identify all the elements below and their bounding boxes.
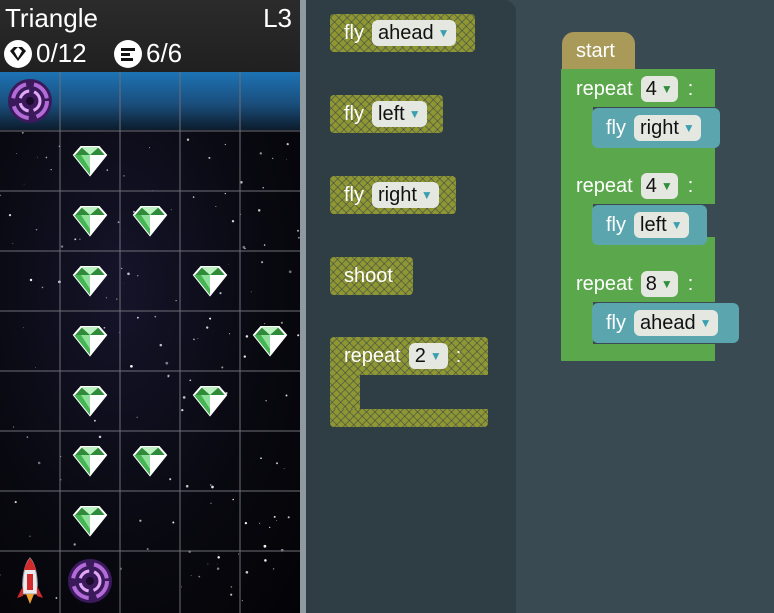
toolbox-fly-left-block[interactable]: fly left ▼ xyxy=(330,95,443,133)
repeat-arm xyxy=(330,375,360,409)
dropdown-arrow-icon: ▼ xyxy=(420,188,433,202)
level-number: L3 xyxy=(263,3,292,33)
dropdown-arrow-icon: ▼ xyxy=(660,82,673,96)
dropdown-arrow-icon: ▼ xyxy=(670,218,683,232)
colon-label: : xyxy=(455,344,462,367)
repeat-label: repeat xyxy=(344,344,401,367)
repeat-count-dropdown[interactable]: 4 ▼ xyxy=(640,173,678,199)
repeat-count-dropdown[interactable]: 4 ▼ xyxy=(640,76,678,102)
gem xyxy=(60,251,120,311)
game-header: Triangle L3 0/12 6/6 xyxy=(0,0,300,72)
repeat-count-dropdown[interactable]: 8 ▼ xyxy=(640,271,678,297)
direction-dropdown[interactable]: ahead ▼ xyxy=(372,20,456,46)
shoot-label: shoot xyxy=(344,264,393,287)
dropdown-value: ahead xyxy=(378,21,434,44)
fly-label: fly xyxy=(344,102,364,125)
block-count: 6/6 xyxy=(146,38,183,68)
dropdown-value: 2 xyxy=(414,344,426,367)
dropdown-value: left xyxy=(378,102,405,125)
game-board xyxy=(0,72,300,613)
direction-dropdown[interactable]: left ▼ xyxy=(372,101,427,127)
direction-dropdown[interactable]: right ▼ xyxy=(372,182,439,208)
fly-label: fly xyxy=(344,21,364,44)
gem xyxy=(180,251,240,311)
dropdown-arrow-icon: ▼ xyxy=(660,277,673,291)
start-label: start xyxy=(576,39,615,62)
dropdown-value: right xyxy=(640,116,679,139)
start-block[interactable]: start xyxy=(562,32,635,70)
repeat-label: repeat xyxy=(576,272,633,295)
portal xyxy=(0,71,60,131)
gem xyxy=(60,191,120,251)
dropdown-arrow-icon: ▼ xyxy=(437,26,450,40)
toolbox-fly-right-block[interactable]: fly right ▼ xyxy=(330,176,456,214)
loop-1-header[interactable]: repeat 4 ▼ : xyxy=(576,76,693,102)
portal xyxy=(60,551,120,611)
game-panel: Triangle L3 0/12 6/6 xyxy=(0,0,300,613)
code-icon xyxy=(114,39,142,68)
block-counter: 6/6 xyxy=(114,38,182,69)
dropdown-arrow-icon: ▼ xyxy=(408,107,421,121)
repeat-label: repeat xyxy=(576,77,633,100)
gem xyxy=(240,311,300,371)
gem xyxy=(60,431,120,491)
fly-label: fly xyxy=(344,183,364,206)
repeat-count-dropdown[interactable]: 2 ▼ xyxy=(408,343,448,369)
workspace[interactable]: start repeat 4 ▼ : fly right ▼ repeat 4 ▼ :… xyxy=(516,0,774,613)
toolbox: fly ahead ▼ fly left ▼ fly right ▼ shoot re… xyxy=(306,0,516,613)
direction-dropdown[interactable]: left ▼ xyxy=(634,212,689,238)
loop-3-header[interactable]: repeat 8 ▼ : xyxy=(576,271,693,297)
repeat-footer xyxy=(330,409,488,427)
direction-dropdown[interactable]: right ▼ xyxy=(634,115,701,141)
fly-label: fly xyxy=(606,311,626,334)
gem xyxy=(180,371,240,431)
dropdown-arrow-icon: ▼ xyxy=(682,121,695,135)
colon-label: : xyxy=(687,174,694,197)
colon-label: : xyxy=(687,272,694,295)
dropdown-value: left xyxy=(640,213,667,236)
dropdown-arrow-icon: ▼ xyxy=(660,179,673,193)
fly-label: fly xyxy=(606,116,626,139)
loop-3-fly-block[interactable]: fly ahead ▼ xyxy=(592,303,739,343)
dropdown-value: right xyxy=(378,183,417,206)
rocket-ship xyxy=(0,551,60,611)
toolbox-shoot-block[interactable]: shoot xyxy=(330,257,413,295)
toolbox-repeat-block[interactable]: repeat 2 ▼ : xyxy=(330,337,488,427)
dropdown-value: 4 xyxy=(645,77,657,100)
dropdown-arrow-icon: ▼ xyxy=(429,349,442,363)
loop-2-header[interactable]: repeat 4 ▼ : xyxy=(576,173,693,199)
level-title: Triangle xyxy=(5,3,98,33)
gem xyxy=(60,311,120,371)
gem xyxy=(60,371,120,431)
loop-2-fly-block[interactable]: fly left ▼ xyxy=(592,205,707,245)
repeat-label: repeat xyxy=(576,174,633,197)
gem xyxy=(60,491,120,551)
dropdown-value: ahead xyxy=(640,311,696,334)
gem xyxy=(120,431,180,491)
gem-icon xyxy=(4,39,32,68)
gem xyxy=(120,191,180,251)
fly-label: fly xyxy=(606,213,626,236)
colon-label: : xyxy=(687,77,694,100)
loop-1-fly-block[interactable]: fly right ▼ xyxy=(592,108,720,148)
gem xyxy=(60,131,120,191)
gem-count: 0/12 xyxy=(36,38,87,68)
direction-dropdown[interactable]: ahead ▼ xyxy=(634,310,718,336)
repeat-header: repeat 2 ▼ : xyxy=(330,337,488,375)
gem-counter: 0/12 xyxy=(4,38,87,69)
toolbox-fly-ahead-block[interactable]: fly ahead ▼ xyxy=(330,14,475,52)
dropdown-value: 8 xyxy=(645,272,657,295)
dropdown-arrow-icon: ▼ xyxy=(699,316,712,330)
dropdown-value: 4 xyxy=(645,174,657,197)
